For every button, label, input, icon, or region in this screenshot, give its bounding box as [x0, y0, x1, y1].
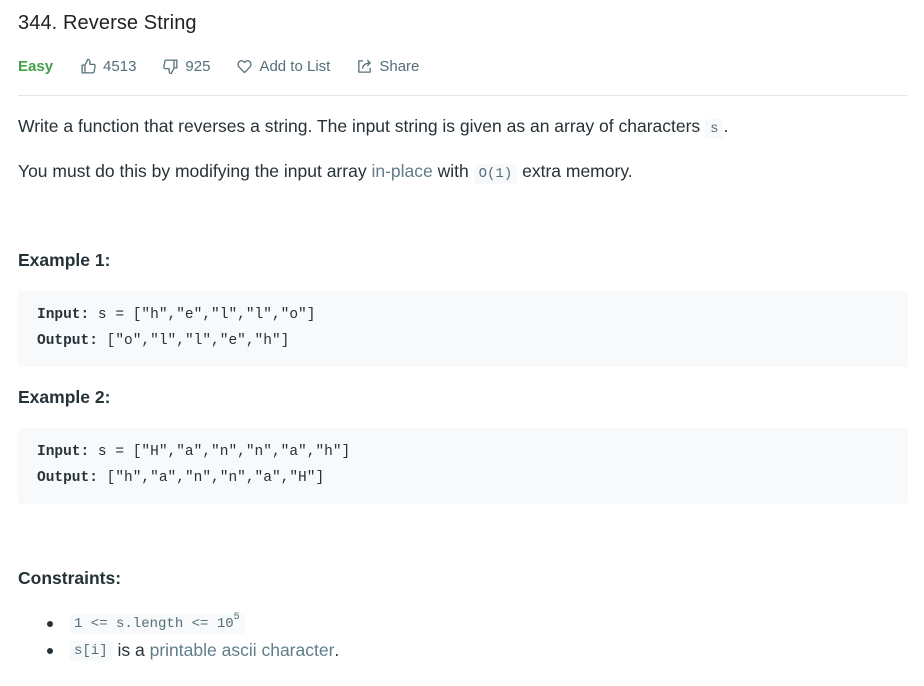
difficulty-label: Easy [18, 57, 54, 75]
like-button[interactable]: 4513 [80, 58, 136, 75]
share-button[interactable]: Share [356, 58, 419, 75]
printable-ascii-link[interactable]: printable ascii character [150, 640, 335, 661]
add-to-list-label: Add to List [259, 57, 331, 75]
problem-meta-bar: Easy 4513 925 Add to List Share [18, 54, 445, 78]
dislike-button[interactable]: 925 [162, 58, 210, 75]
example-1-code-block: Input: s = ["h","e","l","l","o"] Output:… [18, 291, 908, 367]
example-1-heading: Example 1: [18, 250, 111, 270]
constraints-list: 1 <= s.length <= 105 s[i] is a printable… [18, 610, 339, 664]
thumbs-down-icon [163, 58, 178, 74]
description-paragraph-1: Write a function that reverses a string.… [18, 116, 729, 139]
example-2-output-line: Output: ["h","a","n","n","a","H"] [37, 470, 325, 486]
example-2-input-line: Input: s = ["H","a","n","n","a","h"] [37, 444, 351, 460]
constraint-item: s[i] is a printable ascii character. [18, 637, 339, 664]
share-label: Share [379, 57, 420, 75]
share-icon [358, 59, 372, 73]
example-2-heading: Example 2: [18, 387, 111, 407]
inline-code-s: s [705, 119, 724, 139]
heart-icon [237, 59, 253, 73]
add-to-list-button[interactable]: Add to List [236, 58, 330, 75]
thumbs-up-icon [81, 58, 96, 74]
header-divider [18, 95, 908, 96]
in-place-link[interactable]: in-place [371, 161, 432, 181]
dislikes-count: 925 [185, 57, 211, 75]
example-2-code-block: Input: s = ["H","a","n","n","a","h"] Out… [18, 428, 908, 504]
inline-code-complexity: O(1) [473, 164, 518, 184]
constraints-heading: Constraints: [18, 568, 122, 588]
description-paragraph-2: You must do this by modifying the input … [18, 161, 633, 184]
constraint-item: 1 <= s.length <= 105 [18, 610, 339, 637]
example-1-input-line: Input: s = ["h","e","l","l","o"] [37, 307, 316, 323]
likes-count: 4513 [103, 57, 137, 75]
example-1-output-line: Output: ["o","l","l","e","h"] [37, 333, 290, 349]
problem-title: 344. Reverse String [18, 12, 197, 34]
constraint-2-code: s[i] [69, 640, 113, 661]
constraint-1-code: 1 <= s.length <= 105 [69, 612, 245, 634]
